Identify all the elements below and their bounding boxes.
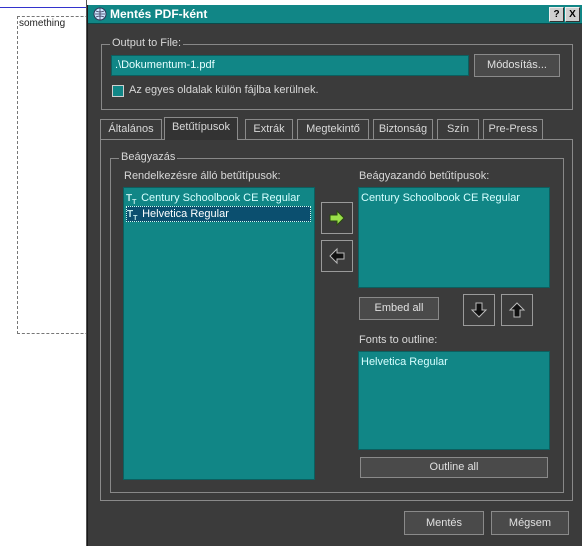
tab-prepress[interactable]: Pre-Press — [483, 119, 543, 139]
move-down-button[interactable] — [463, 294, 495, 326]
separate-pages-label: Az egyes oldalak külön fájlba kerülnek. — [129, 84, 319, 96]
output-group-label: Output to File: — [110, 37, 184, 49]
titlebar[interactable]: Mentés PDF-ként ? X — [88, 5, 582, 24]
save-as-pdf-dialog: Mentés PDF-ként ? X Output to File: .\Do… — [87, 5, 582, 546]
outline-all-button[interactable]: Outline all — [360, 457, 548, 478]
cancel-button[interactable]: Mégsem — [491, 511, 569, 535]
tab-extras[interactable]: Extrák — [245, 119, 293, 139]
tab-general[interactable]: Általános — [100, 119, 162, 139]
outline-fonts-list[interactable]: Helvetica Regular — [358, 351, 550, 450]
left-arrow-icon — [329, 247, 345, 265]
remove-from-embed-button[interactable] — [321, 240, 353, 272]
embed-fonts-label: Beágyazandó betűtípusok: — [359, 170, 490, 182]
list-item[interactable]: Century Schoolbook CE Regular — [361, 191, 520, 205]
embed-all-button[interactable]: Embed all — [359, 297, 439, 320]
font-name: Helvetica Regular — [142, 208, 229, 220]
output-file-field[interactable]: .\Dokumentum-1.pdf — [111, 55, 469, 76]
up-arrow-icon — [508, 302, 526, 318]
app-globe-icon — [93, 7, 107, 21]
list-item[interactable]: TT Century Schoolbook CE Regular — [126, 191, 311, 206]
modify-button[interactable]: Módosítás... — [474, 54, 560, 77]
font-name: Century Schoolbook CE Regular — [141, 192, 301, 204]
add-to-embed-button[interactable] — [321, 202, 353, 234]
separate-pages-checkbox[interactable] — [112, 85, 124, 97]
help-button[interactable]: ? — [549, 7, 564, 22]
embedding-group-label: Beágyazás — [119, 151, 178, 163]
tab-viewer[interactable]: Megtekintő — [297, 119, 369, 139]
tab-color[interactable]: Szín — [437, 119, 479, 139]
tab-security[interactable]: Biztonság — [373, 119, 433, 139]
close-button[interactable]: X — [565, 7, 580, 22]
tab-fonts[interactable]: Betűtípusok — [164, 117, 238, 140]
right-arrow-icon — [329, 209, 345, 227]
list-item[interactable]: TT Helvetica Regular — [126, 206, 311, 222]
dialog-title: Mentés PDF-ként — [110, 7, 208, 21]
outline-fonts-label: Fonts to outline: — [359, 334, 438, 346]
down-arrow-icon — [470, 302, 488, 318]
list-item[interactable]: Helvetica Regular — [361, 355, 448, 369]
available-fonts-label: Rendelkezésre álló betűtípusok: — [124, 170, 281, 182]
truetype-font-icon: TT — [127, 209, 138, 222]
available-fonts-list[interactable]: TT Century Schoolbook CE Regular TT Helv… — [123, 187, 315, 480]
save-button[interactable]: Mentés — [404, 511, 484, 535]
document-text: something — [19, 18, 66, 29]
embed-fonts-list[interactable]: Century Schoolbook CE Regular — [358, 187, 550, 288]
move-up-button[interactable] — [501, 294, 533, 326]
